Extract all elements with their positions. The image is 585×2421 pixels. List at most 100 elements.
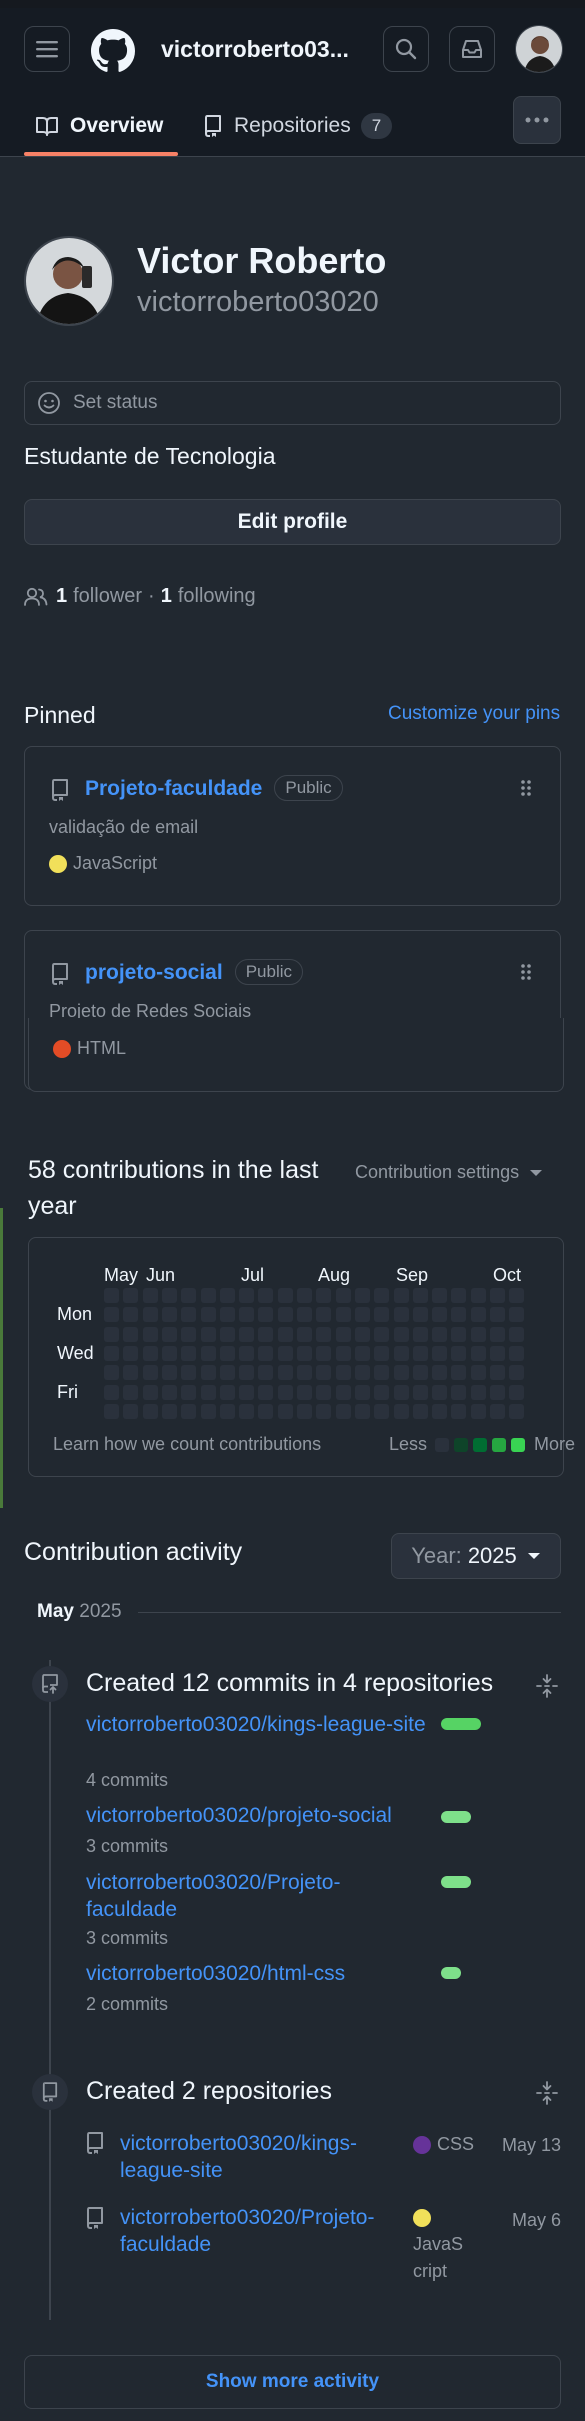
calendar-day-cell[interactable] bbox=[451, 1404, 466, 1419]
calendar-day-cell[interactable] bbox=[258, 1327, 273, 1342]
calendar-day-cell[interactable] bbox=[162, 1404, 177, 1419]
profile-avatar[interactable] bbox=[24, 236, 114, 326]
calendar-day-cell[interactable] bbox=[316, 1346, 331, 1361]
calendar-day-cell[interactable] bbox=[451, 1365, 466, 1380]
calendar-day-cell[interactable] bbox=[490, 1327, 505, 1342]
calendar-day-cell[interactable] bbox=[471, 1404, 486, 1419]
calendar-day-cell[interactable] bbox=[394, 1307, 409, 1322]
more-tabs-button[interactable] bbox=[513, 96, 561, 144]
pinned-repo-name[interactable]: Projeto-faculdade bbox=[85, 777, 262, 800]
calendar-day-cell[interactable] bbox=[394, 1385, 409, 1400]
calendar-day-cell[interactable] bbox=[355, 1307, 370, 1322]
calendar-day-cell[interactable] bbox=[509, 1365, 524, 1380]
set-status-button[interactable]: Set status bbox=[24, 381, 561, 425]
calendar-day-cell[interactable] bbox=[181, 1385, 196, 1400]
calendar-day-cell[interactable] bbox=[413, 1288, 428, 1303]
calendar-day-cell[interactable] bbox=[490, 1404, 505, 1419]
calendar-day-cell[interactable] bbox=[297, 1307, 312, 1322]
calendar-day-cell[interactable] bbox=[336, 1385, 351, 1400]
calendar-day-cell[interactable] bbox=[374, 1385, 389, 1400]
calendar-day-cell[interactable] bbox=[143, 1365, 158, 1380]
calendar-day-cell[interactable] bbox=[162, 1327, 177, 1342]
calendar-day-cell[interactable] bbox=[143, 1385, 158, 1400]
calendar-day-cell[interactable] bbox=[162, 1288, 177, 1303]
calendar-day-cell[interactable] bbox=[355, 1404, 370, 1419]
calendar-day-cell[interactable] bbox=[123, 1346, 138, 1361]
calendar-day-cell[interactable] bbox=[123, 1288, 138, 1303]
calendar-day-cell[interactable] bbox=[432, 1404, 447, 1419]
calendar-day-cell[interactable] bbox=[181, 1346, 196, 1361]
followers-count[interactable]: 1 bbox=[56, 585, 67, 608]
calendar-day-cell[interactable] bbox=[355, 1288, 370, 1303]
calendar-day-cell[interactable] bbox=[413, 1307, 428, 1322]
calendar-day-cell[interactable] bbox=[394, 1346, 409, 1361]
calendar-day-cell[interactable] bbox=[278, 1404, 293, 1419]
calendar-day-cell[interactable] bbox=[413, 1404, 428, 1419]
calendar-day-cell[interactable] bbox=[336, 1327, 351, 1342]
calendar-day-cell[interactable] bbox=[258, 1385, 273, 1400]
calendar-day-cell[interactable] bbox=[490, 1346, 505, 1361]
calendar-day-cell[interactable] bbox=[316, 1288, 331, 1303]
calendar-day-cell[interactable] bbox=[451, 1307, 466, 1322]
commit-count-link[interactable]: 2 commits bbox=[86, 1994, 168, 2015]
calendar-day-cell[interactable] bbox=[297, 1346, 312, 1361]
calendar-day-cell[interactable] bbox=[239, 1404, 254, 1419]
calendar-day-cell[interactable] bbox=[220, 1327, 235, 1342]
calendar-day-cell[interactable] bbox=[394, 1404, 409, 1419]
calendar-day-cell[interactable] bbox=[258, 1288, 273, 1303]
calendar-day-cell[interactable] bbox=[181, 1288, 196, 1303]
calendar-day-cell[interactable] bbox=[374, 1307, 389, 1322]
calendar-day-cell[interactable] bbox=[471, 1385, 486, 1400]
calendar-day-cell[interactable] bbox=[336, 1365, 351, 1380]
commit-repo-link[interactable]: victorroberto03020/projeto-social bbox=[86, 1802, 426, 1829]
calendar-day-cell[interactable] bbox=[490, 1385, 505, 1400]
fold-icon[interactable] bbox=[536, 2081, 558, 2105]
calendar-day-cell[interactable] bbox=[471, 1327, 486, 1342]
calendar-day-cell[interactable] bbox=[220, 1288, 235, 1303]
drag-handle-icon[interactable] bbox=[520, 779, 532, 797]
calendar-day-cell[interactable] bbox=[297, 1385, 312, 1400]
calendar-day-cell[interactable] bbox=[220, 1385, 235, 1400]
header-username[interactable]: victorroberto03... bbox=[161, 36, 349, 63]
drag-handle-icon[interactable] bbox=[520, 963, 532, 981]
calendar-day-cell[interactable] bbox=[394, 1288, 409, 1303]
created-repo-link[interactable]: victorroberto03020/Projeto-faculdade bbox=[120, 2204, 410, 2258]
calendar-day-cell[interactable] bbox=[278, 1365, 293, 1380]
calendar-day-cell[interactable] bbox=[509, 1346, 524, 1361]
calendar-day-cell[interactable] bbox=[316, 1385, 331, 1400]
calendar-day-cell[interactable] bbox=[181, 1365, 196, 1380]
calendar-day-cell[interactable] bbox=[143, 1346, 158, 1361]
calendar-day-cell[interactable] bbox=[181, 1327, 196, 1342]
tab-overview[interactable]: Overview bbox=[36, 106, 163, 146]
calendar-day-cell[interactable] bbox=[374, 1404, 389, 1419]
calendar-day-cell[interactable] bbox=[162, 1365, 177, 1380]
tab-repositories[interactable]: Repositories 7 bbox=[204, 106, 393, 146]
calendar-day-cell[interactable] bbox=[413, 1365, 428, 1380]
commit-repo-link[interactable]: victorroberto03020/html-css bbox=[86, 1960, 426, 1987]
calendar-day-cell[interactable] bbox=[104, 1404, 119, 1419]
calendar-day-cell[interactable] bbox=[239, 1385, 254, 1400]
calendar-day-cell[interactable] bbox=[201, 1365, 216, 1380]
commit-count-link[interactable]: 3 commits bbox=[86, 1928, 168, 1949]
calendar-day-cell[interactable] bbox=[181, 1307, 196, 1322]
calendar-day-cell[interactable] bbox=[432, 1365, 447, 1380]
inbox-button[interactable] bbox=[449, 26, 495, 72]
calendar-day-cell[interactable] bbox=[316, 1307, 331, 1322]
commit-repo-link[interactable]: victorroberto03020/kings-league-site bbox=[86, 1711, 426, 1738]
calendar-day-cell[interactable] bbox=[220, 1307, 235, 1322]
calendar-day-cell[interactable] bbox=[490, 1365, 505, 1380]
calendar-day-cell[interactable] bbox=[432, 1385, 447, 1400]
calendar-day-cell[interactable] bbox=[239, 1346, 254, 1361]
commit-repo-link[interactable]: victorroberto03020/Projeto-faculdade bbox=[86, 1869, 426, 1923]
calendar-day-cell[interactable] bbox=[162, 1346, 177, 1361]
calendar-day-cell[interactable] bbox=[297, 1288, 312, 1303]
learn-contributions-link[interactable]: Learn how we count contributions bbox=[53, 1434, 321, 1455]
calendar-day-cell[interactable] bbox=[336, 1404, 351, 1419]
calendar-day-cell[interactable] bbox=[181, 1404, 196, 1419]
following-count[interactable]: 1 bbox=[161, 585, 172, 608]
calendar-day-cell[interactable] bbox=[413, 1346, 428, 1361]
contribution-settings-button[interactable]: Contribution settings bbox=[355, 1162, 543, 1183]
calendar-day-cell[interactable] bbox=[355, 1365, 370, 1380]
calendar-day-cell[interactable] bbox=[451, 1288, 466, 1303]
calendar-day-cell[interactable] bbox=[104, 1346, 119, 1361]
